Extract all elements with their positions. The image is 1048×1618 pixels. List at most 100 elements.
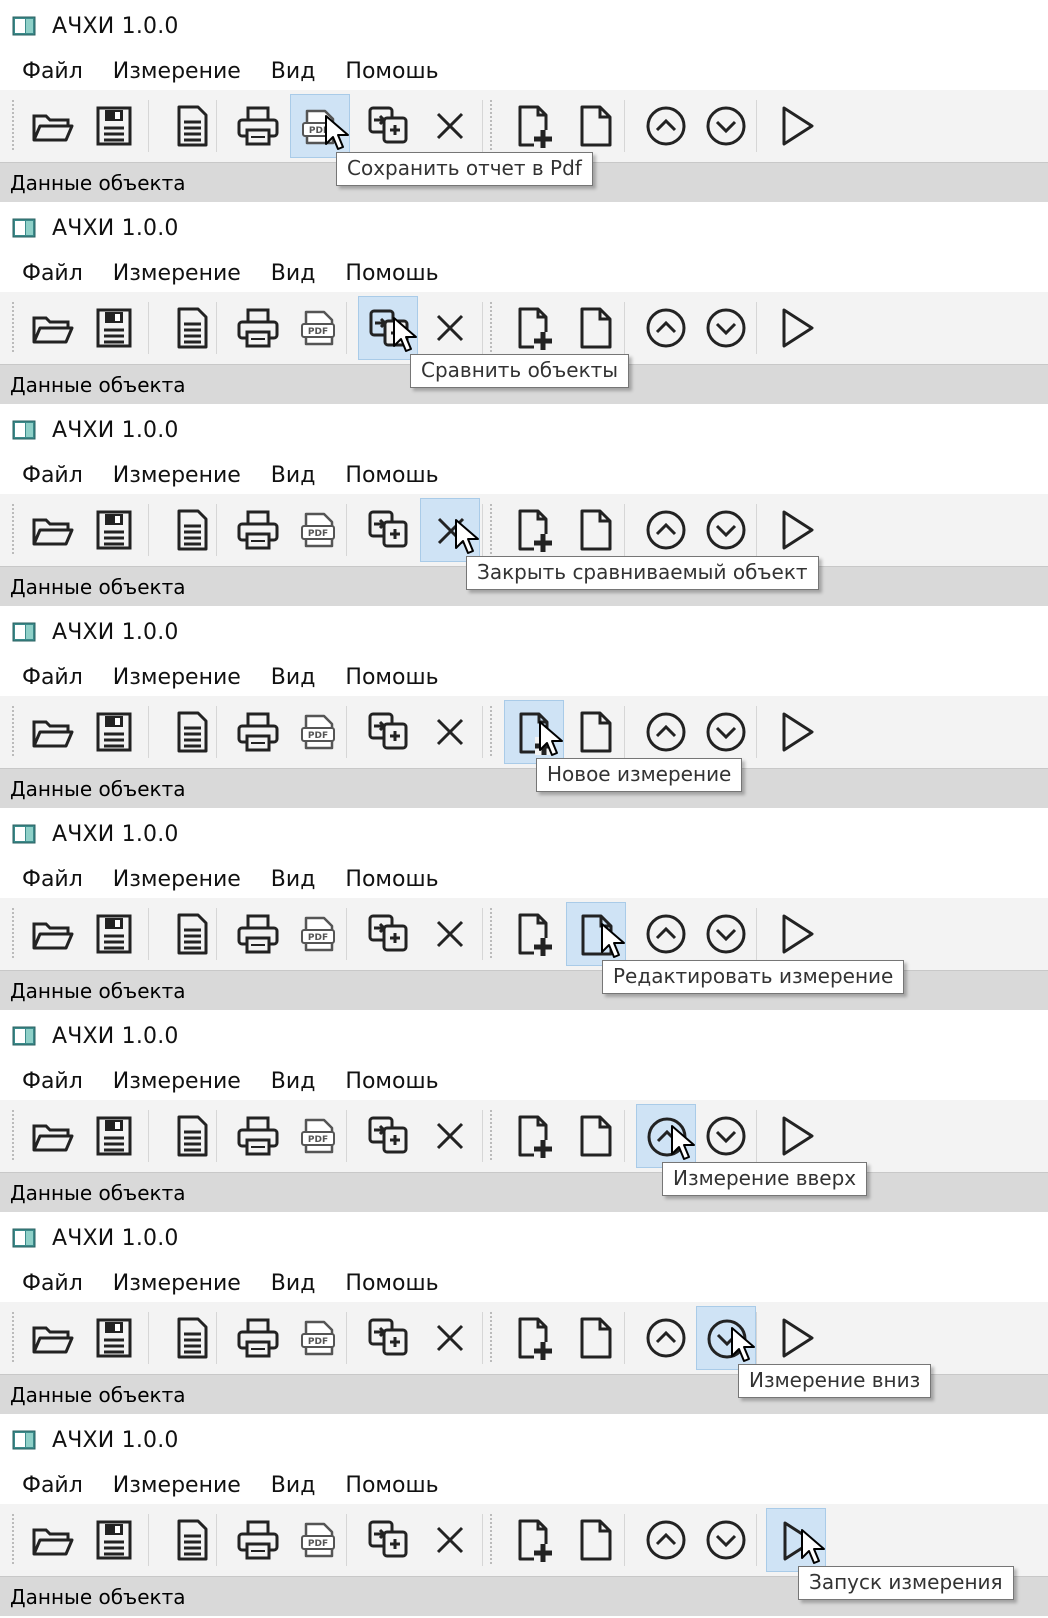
print-button[interactable]: [228, 902, 288, 966]
menu-item[interactable]: Измерение: [101, 59, 253, 84]
report-button[interactable]: [162, 700, 222, 764]
save-button[interactable]: [84, 1306, 144, 1370]
compare-button[interactable]: [358, 498, 418, 562]
toolbar-grip[interactable]: [490, 706, 492, 758]
compare-button[interactable]: [358, 1306, 418, 1370]
new-measure-button[interactable]: [504, 94, 564, 158]
save-button[interactable]: [84, 700, 144, 764]
edit-measure-button[interactable]: [566, 1508, 626, 1572]
toolbar-grip[interactable]: [12, 1312, 14, 1364]
open-button[interactable]: [22, 1306, 82, 1370]
pdf-button[interactable]: PDF: [290, 498, 350, 562]
report-button[interactable]: [162, 498, 222, 562]
menu-item[interactable]: Файл: [10, 463, 95, 488]
print-button[interactable]: [228, 296, 288, 360]
menu-item[interactable]: Помошь: [333, 1069, 450, 1094]
print-button[interactable]: [228, 1306, 288, 1370]
menu-item[interactable]: Файл: [10, 59, 95, 84]
measure-up-button[interactable]: [636, 700, 696, 764]
run-measure-button[interactable]: [766, 902, 826, 966]
edit-measure-button[interactable]: [566, 94, 626, 158]
new-measure-button[interactable]: [504, 296, 564, 360]
open-button[interactable]: [22, 1104, 82, 1168]
menu-item[interactable]: Измерение: [101, 1271, 253, 1296]
menu-item[interactable]: Вид: [259, 261, 328, 286]
open-button[interactable]: [22, 296, 82, 360]
print-button[interactable]: [228, 94, 288, 158]
pdf-button[interactable]: PDF: [290, 902, 350, 966]
save-button[interactable]: [84, 1104, 144, 1168]
close-compare-button[interactable]: [420, 1508, 480, 1572]
run-measure-button[interactable]: [766, 296, 826, 360]
menu-item[interactable]: Измерение: [101, 463, 253, 488]
close-compare-button[interactable]: [420, 902, 480, 966]
open-button[interactable]: [22, 498, 82, 562]
new-measure-button[interactable]: [504, 1508, 564, 1572]
menu-item[interactable]: Измерение: [101, 1069, 253, 1094]
measure-down-button[interactable]: [696, 700, 756, 764]
run-measure-button[interactable]: [766, 1306, 826, 1370]
report-button[interactable]: [162, 1104, 222, 1168]
edit-measure-button[interactable]: [566, 700, 626, 764]
open-button[interactable]: [22, 902, 82, 966]
menu-item[interactable]: Измерение: [101, 1473, 253, 1498]
measure-up-button[interactable]: [636, 902, 696, 966]
menu-item[interactable]: Помошь: [333, 665, 450, 690]
measure-down-button[interactable]: [696, 1508, 756, 1572]
report-button[interactable]: [162, 94, 222, 158]
pdf-button[interactable]: PDF: [290, 1306, 350, 1370]
open-button[interactable]: [22, 700, 82, 764]
menu-item[interactable]: Файл: [10, 261, 95, 286]
edit-measure-button[interactable]: [566, 296, 626, 360]
menu-item[interactable]: Вид: [259, 463, 328, 488]
compare-button[interactable]: [358, 700, 418, 764]
report-button[interactable]: [162, 1306, 222, 1370]
measure-down-button[interactable]: [696, 94, 756, 158]
run-measure-button[interactable]: [766, 700, 826, 764]
close-compare-button[interactable]: [420, 1306, 480, 1370]
measure-up-button[interactable]: [636, 498, 696, 562]
close-compare-button[interactable]: [420, 700, 480, 764]
toolbar-grip[interactable]: [490, 302, 492, 354]
menu-item[interactable]: Файл: [10, 1271, 95, 1296]
pdf-button[interactable]: PDF: [290, 1104, 350, 1168]
menu-item[interactable]: Помошь: [333, 1473, 450, 1498]
print-button[interactable]: [228, 1508, 288, 1572]
close-compare-button[interactable]: [420, 1104, 480, 1168]
measure-up-button[interactable]: [636, 94, 696, 158]
print-button[interactable]: [228, 1104, 288, 1168]
edit-measure-button[interactable]: [566, 1104, 626, 1168]
toolbar-grip[interactable]: [490, 1110, 492, 1162]
toolbar-grip[interactable]: [490, 100, 492, 152]
toolbar-grip[interactable]: [12, 100, 14, 152]
print-button[interactable]: [228, 700, 288, 764]
measure-up-button[interactable]: [636, 1508, 696, 1572]
menu-item[interactable]: Вид: [259, 867, 328, 892]
save-button[interactable]: [84, 94, 144, 158]
save-button[interactable]: [84, 1508, 144, 1572]
toolbar-grip[interactable]: [12, 1514, 14, 1566]
toolbar-grip[interactable]: [12, 504, 14, 556]
save-button[interactable]: [84, 498, 144, 562]
edit-measure-button[interactable]: [566, 498, 626, 562]
report-button[interactable]: [162, 1508, 222, 1572]
menu-item[interactable]: Файл: [10, 1473, 95, 1498]
measure-down-button[interactable]: [696, 902, 756, 966]
menu-item[interactable]: Измерение: [101, 867, 253, 892]
measure-down-button[interactable]: [696, 498, 756, 562]
run-measure-button[interactable]: [766, 498, 826, 562]
save-button[interactable]: [84, 296, 144, 360]
compare-button[interactable]: [358, 94, 418, 158]
toolbar-grip[interactable]: [490, 908, 492, 960]
menu-item[interactable]: Файл: [10, 867, 95, 892]
close-compare-button[interactable]: [420, 94, 480, 158]
toolbar-grip[interactable]: [490, 1312, 492, 1364]
run-measure-button[interactable]: [766, 94, 826, 158]
pdf-button[interactable]: PDF: [290, 296, 350, 360]
menu-item[interactable]: Помошь: [333, 261, 450, 286]
menu-item[interactable]: Помошь: [333, 1271, 450, 1296]
menu-item[interactable]: Файл: [10, 1069, 95, 1094]
pdf-button[interactable]: PDF: [290, 700, 350, 764]
measure-down-button[interactable]: [696, 296, 756, 360]
new-measure-button[interactable]: [504, 498, 564, 562]
